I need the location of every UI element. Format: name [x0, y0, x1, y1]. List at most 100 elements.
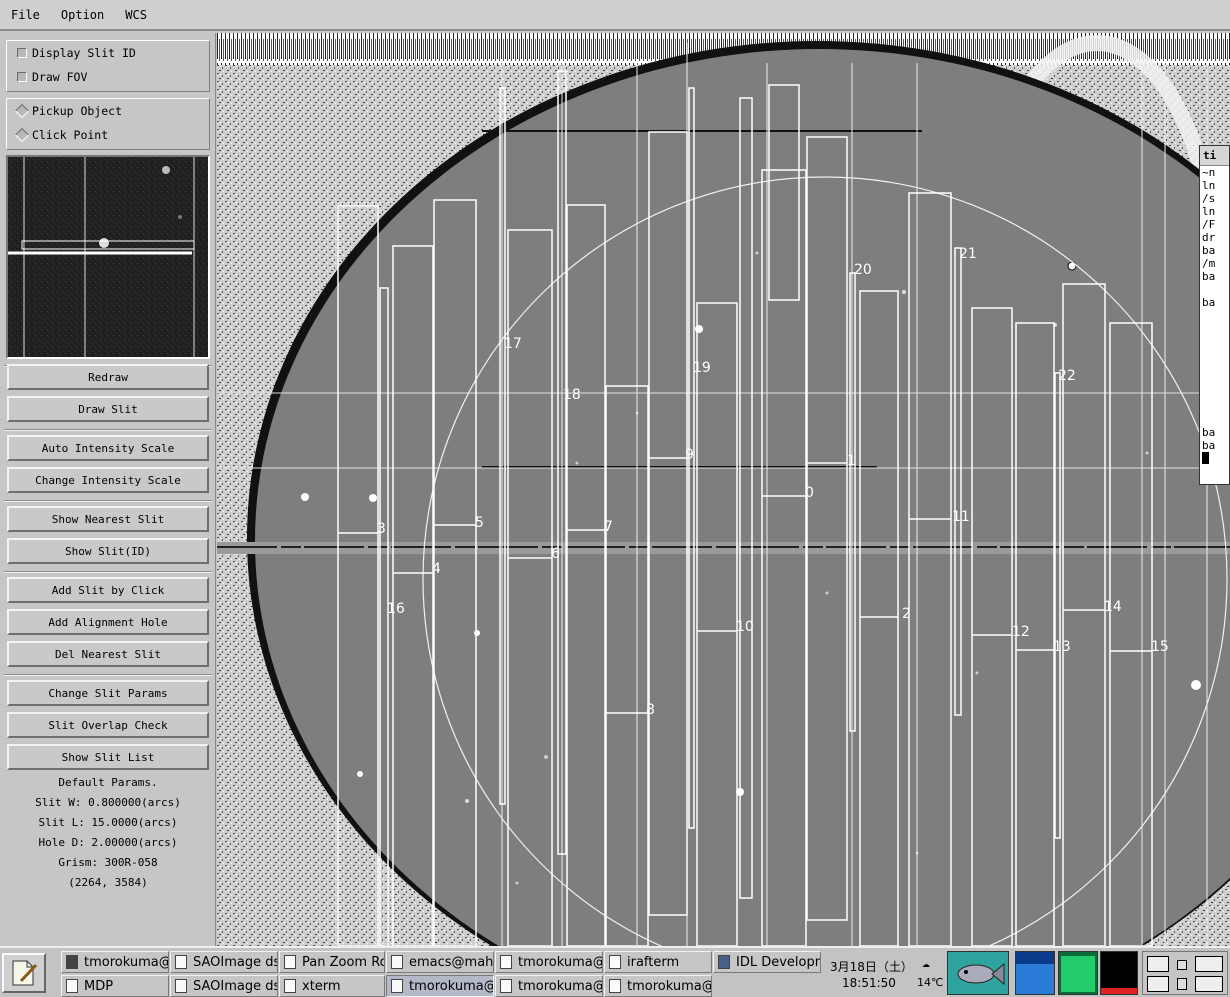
slit-label: 0 [805, 485, 814, 501]
task-label: Pan Zoom Ro [302, 954, 385, 970]
click-point-radio[interactable]: Click Point [7, 123, 209, 147]
terminal-line: dr [1202, 231, 1216, 244]
task-idl[interactable]: IDL Developm [713, 951, 821, 973]
radio-diamond-icon [14, 103, 30, 119]
add-alignment-hole-button[interactable]: Add Alignment Hole [7, 609, 209, 635]
auto-intensity-scale-button[interactable]: Auto Intensity Scale [7, 435, 209, 461]
document-icon[interactable] [1177, 978, 1187, 990]
thumbnail-graphic [8, 157, 208, 357]
slit-label: 19 [693, 360, 711, 376]
terminal-titlebar[interactable]: ti [1200, 146, 1229, 166]
redraw-button[interactable]: Redraw [7, 364, 209, 390]
terminal-line: ba [1202, 426, 1216, 439]
weather-cloud-icon: ☁ [922, 956, 930, 971]
slit-label: 20 [854, 262, 872, 278]
terminal-line: /s [1202, 192, 1216, 205]
task-label: SAOImage ds [193, 954, 278, 970]
separator [4, 500, 212, 502]
memory-monitor-fill [1061, 956, 1095, 992]
task-tmorokuma-2[interactable]: tmorokuma@r [495, 951, 603, 973]
param-slit-width: Slit W: 0.800000(arcs) [35, 796, 181, 809]
terminal-cursor [1202, 452, 1209, 464]
control-panel: Display Slit ID Draw FOV Pickup Object C… [0, 33, 216, 946]
memory-monitor-icon[interactable] [1058, 951, 1098, 995]
task-saoimage-2[interactable]: SAOImage ds [170, 975, 278, 997]
slit-label: 9 [685, 447, 694, 463]
desktop-pager-icon[interactable] [1147, 956, 1169, 972]
pickup-object-label: Pickup Object [32, 104, 123, 118]
show-slit-list-button[interactable]: Show Slit List [7, 744, 209, 770]
separator [4, 571, 212, 573]
task-label: emacs@mahi [409, 954, 494, 970]
load-monitor-fill [1101, 988, 1137, 994]
slit-label: 5 [475, 515, 484, 531]
terminal-line: /m [1202, 257, 1216, 270]
add-slit-by-click-button[interactable]: Add Slit by Click [7, 577, 209, 603]
draw-slit-button[interactable]: Draw Slit [7, 396, 209, 422]
change-intensity-scale-button[interactable]: Change Intensity Scale [7, 467, 209, 493]
start-menu-button[interactable] [2, 953, 46, 993]
load-monitor-icon[interactable] [1100, 951, 1138, 995]
task-saoimage-1[interactable]: SAOImage ds [170, 951, 278, 973]
cursor-coordinates: (2264, 3584) [68, 876, 148, 889]
menu-file[interactable]: File [8, 6, 43, 24]
menu-option[interactable]: Option [58, 6, 107, 24]
checkbox-icon [17, 72, 27, 82]
task-tmorokuma-1[interactable]: tmorokuma@r [61, 951, 169, 973]
window-icon [175, 979, 187, 993]
del-nearest-slit-button[interactable]: Del Nearest Slit [7, 641, 209, 667]
task-irafterm[interactable]: irafterm [604, 951, 712, 973]
pickup-object-radio[interactable]: Pickup Object [7, 99, 209, 123]
param-slit-length: Slit L: 15.0000(arcs) [38, 816, 178, 829]
slit-label: 7 [604, 519, 613, 535]
task-mdp[interactable]: MDP [61, 975, 169, 997]
terminal-icon [66, 955, 78, 969]
radio-diamond-icon [14, 127, 30, 143]
param-grism: Grism: 300R-058 [58, 856, 158, 869]
show-nearest-slit-button[interactable]: Show Nearest Slit [7, 506, 209, 532]
task-emacs[interactable]: emacs@mahi [386, 951, 494, 973]
default-params: Default Params. Slit W: 0.800000(arcs) S… [0, 773, 216, 893]
slit-overlap-check-button[interactable]: Slit Overlap Check [7, 712, 209, 738]
desktop-pager-icon-2[interactable] [1147, 976, 1169, 992]
change-slit-params-button[interactable]: Change Slit Params [7, 680, 209, 706]
window-icon [391, 979, 403, 993]
task-tmorokuma-4[interactable]: tmorokuma@r [604, 975, 712, 997]
terminal-line: ba [1202, 296, 1216, 309]
clock-time: 18:51:50 [842, 976, 896, 990]
pager-icons[interactable] [1142, 951, 1228, 995]
params-title: Default Params. [58, 776, 158, 789]
task-tmorokuma-active[interactable]: tmorokuma@r [386, 975, 494, 997]
zoom-thumbnail[interactable] [6, 155, 210, 359]
task-label: tmorokuma@r [518, 954, 603, 970]
slit-label: 21 [959, 246, 977, 262]
show-slit-id-button[interactable]: Show Slit(ID) [7, 538, 209, 564]
menu-wcs[interactable]: WCS [122, 6, 150, 24]
slit-label: 10 [736, 619, 754, 635]
draw-fov-checkbox[interactable]: Draw FOV [7, 65, 209, 89]
task-tmorokuma-3[interactable]: tmorokuma@r [495, 975, 603, 997]
slit-label: 22 [1058, 368, 1076, 384]
slit-label: 12 [1012, 624, 1030, 640]
clock-date: 3月18日（土） [830, 960, 913, 974]
terminal-line: ba [1202, 439, 1216, 452]
terminal-line: ba [1202, 244, 1216, 257]
task-xterm[interactable]: xterm [279, 975, 385, 997]
slit-label: 15 [1151, 639, 1169, 655]
fish-icon[interactable] [947, 951, 1009, 995]
minimize-icon[interactable] [1177, 960, 1187, 970]
image-canvas[interactable]: 0 1 2 3 4 5 6 7 8 9 10 11 12 13 14 15 16… [217, 33, 1230, 946]
slit-label: 11 [952, 509, 970, 525]
slit-label: 6 [551, 546, 560, 562]
task-pan-zoom[interactable]: Pan Zoom Ro [279, 951, 385, 973]
separator [4, 674, 212, 676]
click-point-label: Click Point [32, 128, 109, 142]
window-list-icon[interactable] [1195, 956, 1223, 972]
display-slit-id-checkbox[interactable]: Display Slit ID [7, 41, 209, 65]
terminal-window-partial[interactable]: ti ~n ln /s ln /F dr ba /m ba ba ba ba [1199, 145, 1230, 485]
notepad-icon [12, 960, 38, 986]
window-list-icon-2[interactable] [1195, 976, 1223, 992]
weather-temp: 14℃ [917, 976, 944, 989]
task-label: xterm [302, 978, 341, 994]
cpu-monitor-icon[interactable] [1015, 951, 1055, 995]
